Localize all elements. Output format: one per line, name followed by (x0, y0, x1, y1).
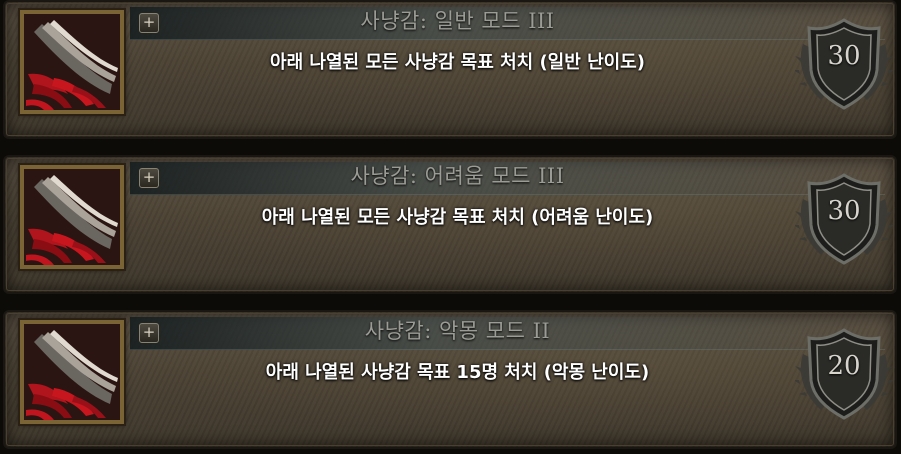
achievement-description: 아래 나열된 모든 사냥감 목표 처치 (어려움 난이도) (261, 207, 654, 228)
achievement-title: 사냥감: 일반 모드 III (360, 9, 555, 33)
shield-laurel-icon: 20 (795, 324, 893, 422)
achievement-row[interactable]: + 사냥감: 일반 모드 III 아래 나열된 모든 사냥감 목표 처치 (일반… (3, 0, 897, 139)
achievement-row[interactable]: + 사냥감: 어려움 모드 III 아래 나열된 모든 사냥감 목표 처치 (어… (3, 155, 897, 294)
achievement-title: 사냥감: 어려움 모드 III (350, 164, 565, 188)
achievement-title: 사냥감: 악몽 모드 II (364, 319, 551, 343)
shield-laurel-icon: 30 (795, 169, 893, 267)
achievement-description: 아래 나열된 사냥감 목표 15명 처치 (악몽 난이도) (265, 362, 650, 383)
achievement-points: 20 (827, 351, 861, 381)
shield-laurel-icon: 30 (795, 14, 893, 112)
achievement-description: 아래 나열된 모든 사냥감 목표 처치 (일반 난이도) (270, 52, 645, 73)
achievement-list: + 사냥감: 일반 모드 III 아래 나열된 모든 사냥감 목표 처치 (일반… (0, 0, 901, 454)
achievement-points: 30 (827, 196, 861, 226)
achievement-points: 30 (827, 41, 861, 71)
achievement-row[interactable]: + 사냥감: 악몽 모드 II 아래 나열된 사냥감 목표 15명 처치 (악몽… (3, 310, 897, 449)
